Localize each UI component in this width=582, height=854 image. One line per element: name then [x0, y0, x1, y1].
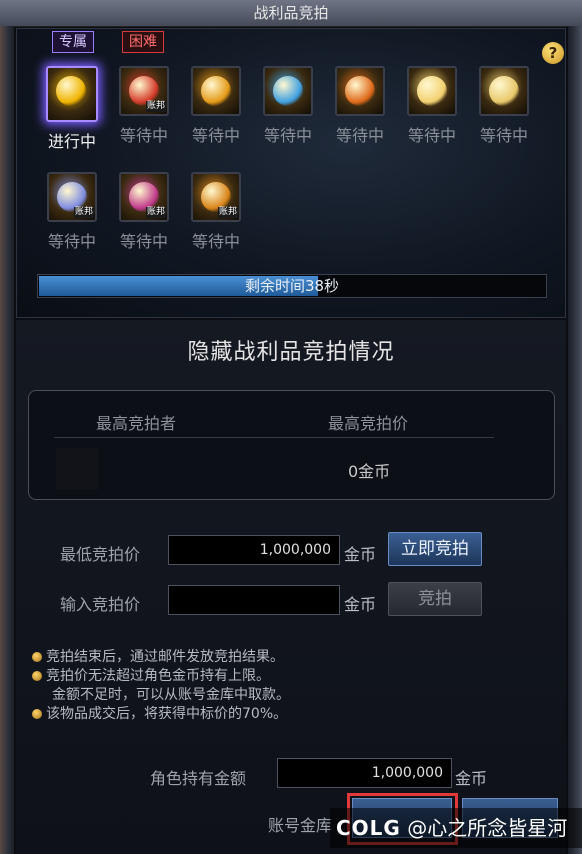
loot-item-status: 进行中	[47, 132, 96, 151]
window-title: 战利品竞拍	[0, 0, 582, 27]
loot-item-status: 等待中	[119, 126, 168, 145]
loot-item-status: 等待中	[119, 232, 168, 251]
loot-item-icon: 账邦	[47, 172, 97, 222]
highest-bid-box	[28, 390, 555, 500]
time-remaining-text: 剩余时间38秒	[244, 277, 340, 295]
right-border	[568, 26, 582, 854]
section-title: 隐藏战利品竞拍情况	[187, 340, 395, 365]
difficulty-tag: 困难	[122, 31, 164, 53]
loot-item-status: 等待中	[191, 126, 240, 145]
note-item: 竞拍价无法超过角色金币持有上限。	[32, 667, 290, 686]
loot-item-icon: 账邦	[191, 172, 241, 222]
loot-item[interactable]: 等待中	[400, 66, 464, 146]
loot-item-icon: 账邦	[119, 172, 169, 222]
watermark-text: @心之所念皆星河	[407, 816, 568, 840]
loot-item[interactable]: 账邦等待中	[40, 172, 104, 252]
bid-button[interactable]: 竞拍	[388, 582, 482, 616]
loot-item-icon	[479, 66, 529, 116]
left-border	[0, 26, 14, 854]
loot-item[interactable]: 进行中	[40, 66, 104, 152]
note-text: 竞拍结束后，通过邮件发放竞拍结果。	[46, 649, 284, 665]
instant-bid-button[interactable]: 立即竞拍	[388, 532, 482, 566]
highest-bidder-header: 最高竞拍者	[96, 414, 177, 433]
loot-item-status: 等待中	[47, 232, 96, 251]
note-text: 金额不足时，可以从账号金库中取款。	[52, 687, 290, 703]
time-remaining-bar: 剩余时间38秒	[37, 274, 547, 298]
min-bid-unit: 金币	[344, 545, 377, 564]
loot-item-status: 等待中	[263, 126, 312, 145]
note-item: 金额不足时，可以从账号金库中取款。	[32, 686, 290, 705]
account-bound-badge: 账邦	[73, 207, 94, 218]
bullet-icon	[32, 652, 42, 662]
loot-item[interactable]: 账邦等待中	[112, 172, 176, 252]
auction-notes: 竞拍结束后，通过邮件发放竞拍结果。 竞拍价无法超过角色金币持有上限。 金额不足时…	[32, 648, 290, 724]
loot-item-icon	[335, 66, 385, 116]
item-orb-icon	[489, 76, 519, 106]
loot-item[interactable]: 等待中	[184, 66, 248, 146]
bidder-avatar	[56, 448, 98, 490]
loot-item-icon: 账邦	[119, 66, 169, 116]
loot-item-status: 等待中	[407, 126, 456, 145]
item-orb-icon	[273, 76, 303, 106]
note-item: 竞拍结束后，通过邮件发放竞拍结果。	[32, 648, 290, 667]
item-orb-icon	[417, 76, 447, 106]
loot-item-icon	[263, 66, 313, 116]
account-vault-label: 账号金库	[268, 816, 333, 835]
loot-item-icon	[46, 66, 98, 122]
bullet-icon	[32, 709, 42, 719]
note-text: 竞拍价无法超过角色金币持有上限。	[46, 668, 270, 684]
highest-price-header: 最高竞拍价	[328, 414, 409, 433]
loot-item[interactable]: 账邦等待中	[112, 66, 176, 146]
loot-item-status: 等待中	[335, 126, 384, 145]
gold-unit: 金币	[455, 769, 488, 788]
item-orb-icon	[56, 76, 86, 106]
note-text: 该物品成交后，将获得中标价的70%。	[46, 706, 288, 722]
gold-value-field: 1,000,000	[277, 758, 452, 788]
loot-item[interactable]: 等待中	[328, 66, 392, 146]
exclusive-tag: 专属	[52, 31, 94, 53]
input-bid-unit: 金币	[344, 595, 377, 614]
loot-item[interactable]: 账邦等待中	[184, 172, 248, 252]
loot-item-icon	[191, 66, 241, 116]
bid-input-field[interactable]	[168, 585, 340, 615]
note-item: 该物品成交后，将获得中标价的70%。	[32, 705, 290, 724]
gold-label: 角色持有金额	[150, 769, 247, 788]
highest-price-value: 0金币	[348, 462, 391, 481]
bullet-icon	[32, 671, 42, 681]
loot-item-status: 等待中	[479, 126, 528, 145]
table-divider	[54, 437, 494, 438]
min-bid-label: 最低竞拍价	[60, 545, 141, 564]
item-orb-icon	[345, 76, 375, 106]
input-bid-label: 输入竞拍价	[60, 595, 141, 614]
loot-item-status: 等待中	[191, 232, 240, 251]
loot-item[interactable]: 等待中	[256, 66, 320, 146]
account-bound-badge: 账邦	[145, 101, 166, 112]
watermark-logo: COLG	[336, 816, 401, 840]
loot-item[interactable]: 等待中	[472, 66, 536, 146]
help-icon[interactable]: ?	[542, 42, 564, 64]
account-bound-badge: 账邦	[217, 207, 238, 218]
item-orb-icon	[201, 76, 231, 106]
loot-item-icon	[407, 66, 457, 116]
account-bound-badge: 账邦	[145, 207, 166, 218]
min-bid-field: 1,000,000	[168, 535, 340, 565]
watermark: COLG @心之所念皆星河	[330, 808, 582, 848]
